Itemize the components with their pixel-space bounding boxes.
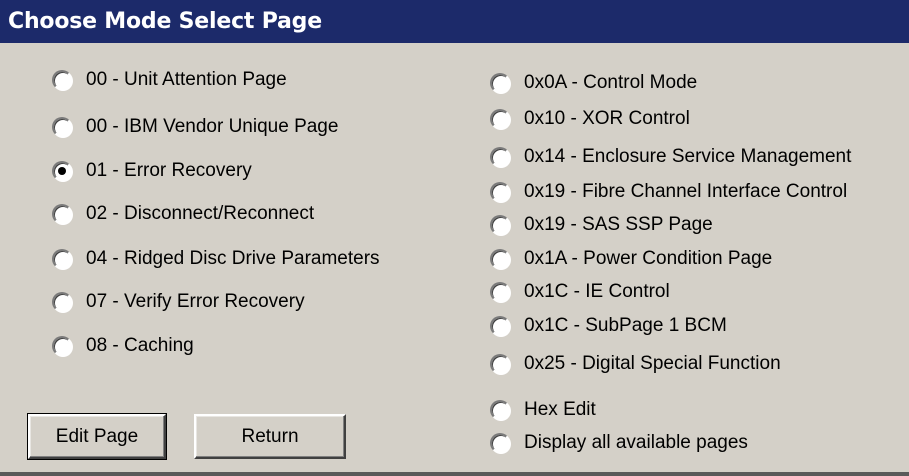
radio-button-icon[interactable] [490, 282, 510, 302]
option-display-all-available-pages[interactable]: Display all available pages [490, 430, 748, 456]
option-label: 01 - Error Recovery [86, 160, 252, 181]
option-fibre-channel-interface-control[interactable]: 0x19 - Fibre Channel Interface Control [490, 179, 847, 205]
window-bottom-divider [0, 472, 909, 476]
option-label: 0x0A - Control Mode [524, 72, 698, 93]
option-label: 0x1A - Power Condition Page [524, 248, 773, 269]
option-xor-control[interactable]: 0x10 - XOR Control [490, 106, 690, 132]
option-label: 08 - Caching [86, 335, 194, 356]
radio-button-icon[interactable] [52, 249, 72, 269]
option-verify-error-recovery[interactable]: 07 - Verify Error Recovery [52, 289, 305, 315]
option-label: 0x10 - XOR Control [524, 108, 690, 129]
option-label: Hex Edit [524, 399, 596, 420]
option-label: 00 - IBM Vendor Unique Page [86, 116, 339, 137]
radio-button-icon[interactable] [490, 215, 510, 235]
radio-button-icon[interactable] [52, 70, 72, 90]
radio-button-icon[interactable] [490, 249, 510, 269]
option-label: 0x1C - IE Control [524, 281, 670, 302]
option-ridged-disc-drive-parameters[interactable]: 04 - Ridged Disc Drive Parameters [52, 246, 380, 272]
option-caching[interactable]: 08 - Caching [52, 333, 194, 359]
option-label: 04 - Ridged Disc Drive Parameters [86, 248, 380, 269]
option-label: 0x19 - Fibre Channel Interface Control [524, 181, 848, 202]
option-subpage-1-bcm[interactable]: 0x1C - SubPage 1 BCM [490, 313, 727, 339]
option-sas-ssp-page[interactable]: 0x19 - SAS SSP Page [490, 212, 713, 238]
option-label: 02 - Disconnect/Reconnect [86, 203, 315, 224]
return-button[interactable]: Return [194, 414, 346, 459]
radio-button-icon[interactable] [490, 400, 510, 420]
option-enclosure-service-management[interactable]: 0x14 - Enclosure Service Management [490, 144, 851, 170]
option-ie-control[interactable]: 0x1C - IE Control [490, 279, 670, 305]
option-label: 0x14 - Enclosure Service Management [524, 146, 852, 167]
radio-button-icon[interactable] [490, 433, 510, 453]
option-label: 0x19 - SAS SSP Page [524, 214, 713, 235]
option-label: 07 - Verify Error Recovery [86, 291, 305, 312]
option-ibm-vendor-unique-page[interactable]: 00 - IBM Vendor Unique Page [52, 114, 338, 140]
option-digital-special-function[interactable]: 0x25 - Digital Special Function [490, 351, 781, 377]
radio-button-icon[interactable] [52, 117, 72, 137]
radio-button-icon[interactable] [490, 182, 510, 202]
option-power-condition-page[interactable]: 0x1A - Power Condition Page [490, 246, 772, 272]
option-label: 00 - Unit Attention Page [86, 69, 287, 90]
radio-button-icon[interactable] [52, 336, 72, 356]
option-hex-edit[interactable]: Hex Edit [490, 397, 596, 423]
radio-button-icon[interactable] [490, 354, 510, 374]
option-label: 0x1C - SubPage 1 BCM [524, 315, 727, 336]
option-label: Display all available pages [524, 432, 748, 453]
radio-button-icon[interactable] [52, 204, 72, 224]
radio-button-icon[interactable] [490, 147, 510, 167]
option-label: 0x25 - Digital Special Function [524, 353, 781, 374]
edit-page-button[interactable]: Edit Page [27, 413, 167, 460]
option-unit-attention-page[interactable]: 00 - Unit Attention Page [52, 67, 287, 93]
radio-button-icon[interactable] [490, 316, 510, 336]
option-disconnect-reconnect[interactable]: 02 - Disconnect/Reconnect [52, 201, 314, 227]
radio-button-checked-icon[interactable] [52, 161, 72, 181]
radio-button-icon[interactable] [490, 109, 510, 129]
radio-button-icon[interactable] [52, 292, 72, 312]
radio-button-icon[interactable] [490, 73, 510, 93]
dialog-title: Choose Mode Select Page [0, 0, 909, 43]
option-control-mode[interactable]: 0x0A - Control Mode [490, 70, 697, 96]
option-error-recovery[interactable]: 01 - Error Recovery [52, 158, 252, 184]
